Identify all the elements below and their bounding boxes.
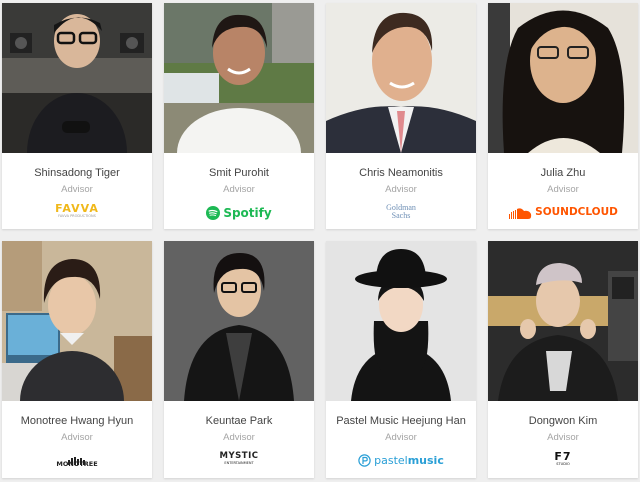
advisor-card[interactable]: Julia Zhu Advisor SOUNDCLOUD xyxy=(488,3,638,229)
logo-text: Spotify xyxy=(223,206,272,220)
logo-text: MONOTREE xyxy=(56,460,98,468)
logo-text-bold: music xyxy=(407,453,444,467)
logo-text-light: pastel xyxy=(374,453,408,467)
logo-text: SOUNDCLOUD xyxy=(535,206,618,218)
company-logo-f7: F7 STUDIO xyxy=(488,450,638,468)
monotree-icon xyxy=(67,452,87,465)
logo-subtext: ENTERTAINMENT xyxy=(224,461,254,465)
company-logo-favva: FAVVA FAVVA PRODUCTIONS xyxy=(2,202,152,220)
advisor-photo xyxy=(488,3,638,153)
advisor-card[interactable]: Monotree Hwang Hyun Advisor MONOTREE xyxy=(2,241,152,478)
advisor-role: Advisor xyxy=(223,432,255,443)
advisor-photo xyxy=(488,241,638,401)
advisor-role: Advisor xyxy=(385,184,417,195)
advisor-photo xyxy=(2,241,152,401)
logo-subtext: FAVVA PRODUCTIONS xyxy=(58,214,96,218)
advisor-name: Shinsadong Tiger xyxy=(34,167,120,179)
advisor-grid: Shinsadong Tiger Advisor FAVVA FAVVA PRO… xyxy=(0,0,640,482)
advisor-card[interactable]: Pastel Music Heejung Han Advisor pastel … xyxy=(326,241,476,478)
advisor-card[interactable]: Keuntae Park Advisor MYSTIC ENTERTAINMEN… xyxy=(164,241,314,478)
company-logo-monotree: MONOTREE xyxy=(2,451,152,469)
advisor-role: Advisor xyxy=(61,184,93,195)
advisor-name: Pastel Music Heejung Han xyxy=(336,415,466,427)
advisor-card[interactable]: Shinsadong Tiger Advisor FAVVA FAVVA PRO… xyxy=(2,3,152,229)
advisor-role: Advisor xyxy=(547,432,579,443)
logo-text: MYSTIC xyxy=(219,451,259,461)
advisor-name: Chris Neamonitis xyxy=(359,167,443,179)
advisor-role: Advisor xyxy=(223,184,255,195)
advisor-card[interactable]: Smit Purohit Advisor Spotify xyxy=(164,3,314,229)
pastel-p-icon xyxy=(358,453,371,467)
advisor-role: Advisor xyxy=(61,432,93,443)
advisor-name: Julia Zhu xyxy=(540,167,586,179)
advisor-name: Keuntae Park xyxy=(205,415,273,427)
company-logo-goldman-sachs: Goldman Sachs xyxy=(326,203,476,221)
advisor-name: Dongwon Kim xyxy=(528,415,598,427)
logo-text: F7 xyxy=(554,450,572,463)
advisor-role: Advisor xyxy=(547,184,579,195)
advisor-card[interactable]: Chris Neamonitis Advisor Goldman Sachs xyxy=(326,3,476,229)
advisor-photo xyxy=(326,241,476,401)
logo-subtext: STUDIO xyxy=(556,462,570,466)
company-logo-spotify: Spotify xyxy=(164,204,314,222)
company-logo-soundcloud: SOUNDCLOUD xyxy=(488,203,638,221)
company-logo-pastelmusic: pastel music xyxy=(326,451,476,469)
advisor-photo xyxy=(164,3,314,153)
advisor-photo xyxy=(2,3,152,153)
advisor-name: Monotree Hwang Hyun xyxy=(20,415,134,427)
logo-subtext: Sachs xyxy=(391,211,411,220)
company-logo-mystic: MYSTIC ENTERTAINMENT xyxy=(164,450,314,468)
advisor-role: Advisor xyxy=(385,432,417,443)
logo-text: FAVVA xyxy=(55,202,99,215)
soundcloud-icon xyxy=(508,206,532,219)
advisor-card[interactable]: Dongwon Kim Advisor F7 STUDIO xyxy=(488,241,638,478)
advisor-name: Smit Purohit xyxy=(209,167,269,179)
advisor-photo xyxy=(164,241,314,401)
spotify-icon xyxy=(206,206,221,220)
advisor-photo xyxy=(326,3,476,153)
